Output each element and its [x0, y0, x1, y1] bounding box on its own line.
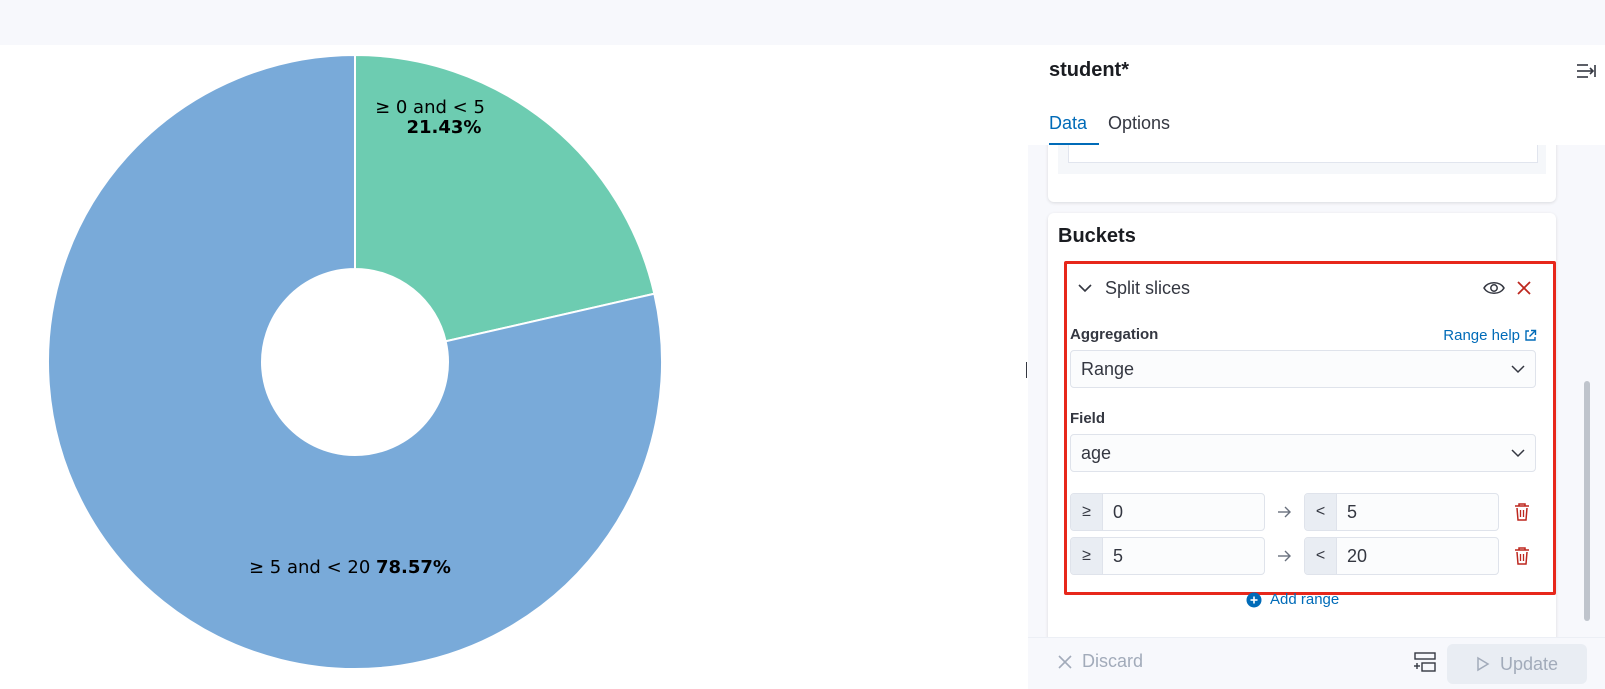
slice-percent-label: 21.43% — [407, 117, 482, 138]
collapse-sidebar-icon[interactable] — [1575, 61, 1597, 81]
buckets-title: Buckets — [1058, 225, 1136, 247]
chart-area: ≥ 0 and < 5 21.43% ≥ 5 and < 20 78.57% — [0, 45, 1028, 688]
range-from-prefix: ≥ — [1071, 538, 1103, 574]
range-to-value: 5 — [1347, 502, 1358, 522]
auto-apply-toggle-icon[interactable] — [1414, 651, 1436, 673]
top-bar — [0, 0, 1605, 45]
range-from-input[interactable]: ≥ 0 — [1070, 493, 1265, 531]
aggregation-label: Aggregation — [1070, 326, 1159, 343]
field-select[interactable]: age — [1070, 434, 1536, 472]
range-row: ≥ 0 < 5 — [1070, 493, 1540, 533]
add-range-button[interactable]: Add range — [1246, 591, 1339, 608]
eye-icon[interactable] — [1483, 280, 1505, 296]
tab-options[interactable]: Options — [1108, 109, 1170, 143]
trash-icon[interactable] — [1513, 546, 1531, 566]
index-pattern-title: student* — [1049, 59, 1129, 81]
metrics-field[interactable] — [1068, 145, 1538, 163]
sidebar-footer: Discard Update — [1028, 637, 1605, 689]
range-to-prefix: < — [1305, 494, 1337, 530]
field-value: age — [1081, 443, 1112, 463]
buckets-card: Buckets Split slices Aggregation Range h… — [1048, 213, 1556, 680]
chevron-down-icon — [1511, 449, 1525, 458]
range-from-value: 5 — [1113, 546, 1124, 566]
range-to-input[interactable]: < 5 — [1304, 493, 1499, 531]
field-label: Field — [1070, 410, 1106, 427]
chevron-down-icon[interactable] — [1077, 282, 1093, 294]
close-icon[interactable] — [1516, 280, 1532, 296]
cross-icon — [1058, 654, 1072, 669]
play-icon — [1477, 656, 1490, 672]
metrics-card — [1048, 145, 1556, 202]
tab-data[interactable]: Data — [1049, 109, 1099, 145]
editor-body: Buckets Split slices Aggregation Range h… — [1028, 145, 1605, 680]
add-range-label: Add range — [1270, 591, 1340, 608]
external-link-icon — [1525, 329, 1537, 341]
update-button[interactable]: Update — [1447, 644, 1587, 684]
range-from-value: 0 — [1113, 502, 1124, 522]
discard-label: Discard — [1082, 651, 1144, 671]
arrow-right-icon — [1278, 506, 1291, 518]
range-from-prefix: ≥ — [1071, 494, 1103, 530]
chevron-down-icon — [1511, 365, 1525, 374]
plus-circle-icon — [1246, 592, 1262, 607]
arrow-right-icon — [1278, 550, 1291, 562]
aggregation-value: Range — [1081, 359, 1135, 379]
bucket-label: Split slices — [1105, 278, 1191, 298]
metrics-panel — [1058, 145, 1546, 174]
slice-label: ≥ 5 and < 20 78.57% — [249, 557, 451, 578]
editor-sidebar: student* Data Options Buckets Split slic… — [1028, 45, 1605, 689]
range-to-prefix: < — [1305, 538, 1337, 574]
split-slices-panel: Split slices Aggregation Range help Rang… — [1064, 261, 1556, 595]
range-row: ≥ 5 < 20 — [1070, 537, 1540, 577]
range-help-link[interactable]: Range help — [1443, 327, 1537, 344]
discard-button[interactable]: Discard — [1058, 651, 1143, 672]
bucket-header: Split slices — [1067, 264, 1553, 314]
aggregation-select[interactable]: Range — [1070, 350, 1536, 388]
update-label: Update — [1499, 653, 1559, 674]
range-from-input[interactable]: ≥ 5 — [1070, 537, 1265, 575]
sidebar-tabs: Data Options — [1028, 103, 1605, 146]
pie-chart: ≥ 0 and < 521.43% ≥ 5 and < 20 78.57% — [47, 53, 663, 670]
range-to-input[interactable]: < 20 — [1304, 537, 1499, 575]
sidebar-header: student* Data Options — [1028, 45, 1605, 146]
range-to-value: 20 — [1347, 546, 1368, 566]
trash-icon[interactable] — [1513, 502, 1531, 522]
sidebar-scrollbar[interactable] — [1584, 381, 1590, 621]
range-help-label: Range help — [1443, 327, 1520, 344]
slice-label: ≥ 0 and < 5 — [375, 97, 485, 118]
